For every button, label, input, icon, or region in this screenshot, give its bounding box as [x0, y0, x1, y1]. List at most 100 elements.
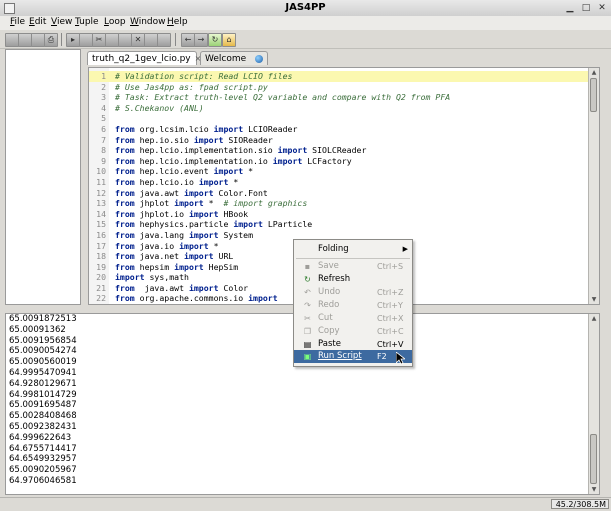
menu-item-undo[interactable]: ↶ Undo Ctrl+Z — [294, 286, 412, 299]
back-arrow-icon[interactable]: ← — [181, 33, 195, 47]
paste-toolbar-icon[interactable] — [118, 33, 132, 47]
menu-item-folding[interactable]: Folding ▶ — [294, 243, 412, 256]
save-all-icon[interactable] — [31, 33, 45, 47]
stop-icon[interactable] — [79, 33, 93, 47]
output-line: 64.999622643 — [9, 432, 72, 443]
keyword-token: import — [277, 145, 308, 156]
code-token: LCFactory — [302, 155, 352, 166]
editor-scroll-thumb[interactable] — [590, 78, 597, 112]
code-line[interactable]: 5 — [89, 113, 599, 124]
code-text: from hep.lcio.io import * — [115, 177, 238, 188]
code-line[interactable]: 11 from hep.lcio.io import * — [89, 177, 599, 188]
code-token: * — [243, 166, 254, 177]
tab-truth-script[interactable]: truth_q2_1gev_lcio.py × — [87, 51, 201, 65]
keyword-token: from — [115, 134, 135, 145]
menu-loop[interactable]: Loop — [104, 17, 126, 27]
code-token: hep.io.sio — [134, 134, 194, 145]
code-token: System — [218, 229, 254, 240]
code-line[interactable]: 13 from jhplot import * # import graphics — [89, 198, 599, 209]
title-bar: JAS4PP ▁ □ ✕ — [0, 0, 611, 17]
menu-item-shortcut: Ctrl+S — [377, 262, 404, 271]
scroll-down-icon[interactable]: ▼ — [589, 295, 599, 304]
output-line: 64.9995470941 — [9, 367, 77, 378]
code-token: URL — [213, 251, 234, 262]
menu-help[interactable]: Help — [167, 17, 188, 27]
maximize-icon[interactable]: □ — [581, 3, 591, 13]
menu-divider — [296, 258, 410, 259]
code-line[interactable]: 7 from hep.io.sio import SIOReader — [89, 135, 599, 146]
code-token: hep.lcio.implementation.sio — [134, 145, 278, 156]
tab-welcome[interactable]: Welcome — [200, 51, 268, 65]
code-text: # S.Chekanov (ANL) — [115, 103, 204, 114]
menu-item-redo[interactable]: ↷ Redo Ctrl+Y — [294, 299, 412, 312]
code-token: LCIOReader — [243, 123, 298, 134]
code-line[interactable]: 1 # Validation script: Read LCIO files — [89, 71, 599, 82]
output-scroll-thumb[interactable] — [590, 434, 597, 484]
reload-icon[interactable]: ↻ — [208, 33, 222, 47]
line-number: 14 — [96, 208, 106, 219]
new-icon[interactable] — [5, 33, 19, 47]
menu-item-label: Undo — [318, 287, 341, 297]
redo-icon: ↷ — [304, 301, 311, 310]
code-text: from java.awt import Color.Font — [115, 188, 268, 199]
home-icon[interactable]: ⌂ — [222, 33, 236, 47]
keyword-token: from — [115, 176, 135, 187]
cut-toolbar-icon[interactable]: ✂ — [92, 33, 106, 47]
menu-item-label: Copy — [318, 326, 340, 336]
code-line[interactable]: 8 from hep.lcio.implementation.sio import… — [89, 145, 599, 156]
keyword-token: from — [115, 229, 135, 240]
scroll-down-icon[interactable]: ▼ — [589, 485, 599, 494]
menu-item-cut[interactable]: ✂ Cut Ctrl+X — [294, 312, 412, 325]
code-text: # Use Jas4pp as: fpad script.py — [115, 82, 268, 93]
keyword-token: import — [174, 261, 204, 272]
print-icon[interactable]: ⎙ — [44, 33, 58, 47]
code-line[interactable]: 9 from hep.lcio.implementation.io import … — [89, 156, 599, 167]
code-token: java.net — [134, 251, 185, 262]
code-line[interactable]: 15 from hephysics.particle import LPartic… — [89, 219, 599, 230]
menu-view[interactable]: View — [51, 17, 72, 27]
code-line[interactable]: 12 from java.awt import Color.Font — [89, 188, 599, 199]
menu-tuple[interactable]: Tuple — [75, 17, 99, 27]
minimize-icon[interactable]: ▁ — [565, 3, 575, 13]
menu-item-refresh[interactable]: ↻ Refresh — [294, 273, 412, 286]
code-token: hep.lcio.implementation.io — [134, 155, 273, 166]
find-icon[interactable] — [144, 33, 158, 47]
close-icon[interactable]: ✕ — [597, 3, 607, 13]
submenu-arrow-icon: ▶ — [402, 245, 408, 253]
menu-item-label: Save — [318, 261, 339, 271]
menu-item-copy[interactable]: ❐ Copy Ctrl+C — [294, 325, 412, 338]
code-line[interactable]: 4 # S.Chekanov (ANL) — [89, 103, 599, 114]
scroll-up-icon[interactable]: ▲ — [589, 314, 599, 323]
keyword-token: import — [198, 176, 229, 187]
menu-item-save[interactable]: ▪ Save Ctrl+S — [294, 260, 412, 273]
keyword-token: from — [115, 282, 135, 293]
context-menu: Folding ▶ ▪ Save Ctrl+S ↻ Refresh ↶ Undo… — [293, 239, 413, 367]
line-number: 5 — [101, 113, 106, 124]
code-line[interactable]: 3 # Task: Extract truth-level Q2 variable… — [89, 92, 599, 103]
toolbar-divider — [61, 33, 62, 46]
line-number: 13 — [96, 198, 106, 209]
globe-icon — [255, 55, 263, 63]
vertical-splitter[interactable] — [82, 49, 87, 305]
menu-file[interactable]: File — [10, 17, 25, 27]
line-number: 3 — [101, 92, 106, 103]
keyword-token: from — [115, 155, 135, 166]
code-line[interactable]: 6 from org.lcsim.lcio import LCIOReader — [89, 124, 599, 135]
clear-icon[interactable] — [157, 33, 171, 47]
forward-arrow-icon[interactable]: → — [194, 33, 208, 47]
editor-scrollbar[interactable]: ▲ ▼ — [588, 68, 599, 304]
menu-item-run-script[interactable]: ▣ Run Script F2 — [294, 350, 412, 363]
copy-toolbar-icon[interactable] — [105, 33, 119, 47]
menu-edit[interactable]: Edit — [29, 17, 46, 27]
code-line[interactable]: 14 from jhplot.io import HBook — [89, 209, 599, 220]
code-line[interactable]: 2 # Use Jas4pp as: fpad script.py — [89, 82, 599, 93]
run-icon[interactable]: ▸ — [66, 33, 80, 47]
menu-window[interactable]: Window — [130, 17, 166, 27]
memory-indicator[interactable]: 45.2/308.5M — [551, 499, 609, 509]
delete-icon[interactable]: ✕ — [131, 33, 145, 47]
scroll-up-icon[interactable]: ▲ — [589, 68, 599, 77]
open-icon[interactable] — [18, 33, 32, 47]
output-scrollbar[interactable]: ▲ ▼ — [588, 314, 599, 494]
menu-item-label: Cut — [318, 313, 333, 323]
code-line[interactable]: 10 from hep.lcio.event import * — [89, 166, 599, 177]
